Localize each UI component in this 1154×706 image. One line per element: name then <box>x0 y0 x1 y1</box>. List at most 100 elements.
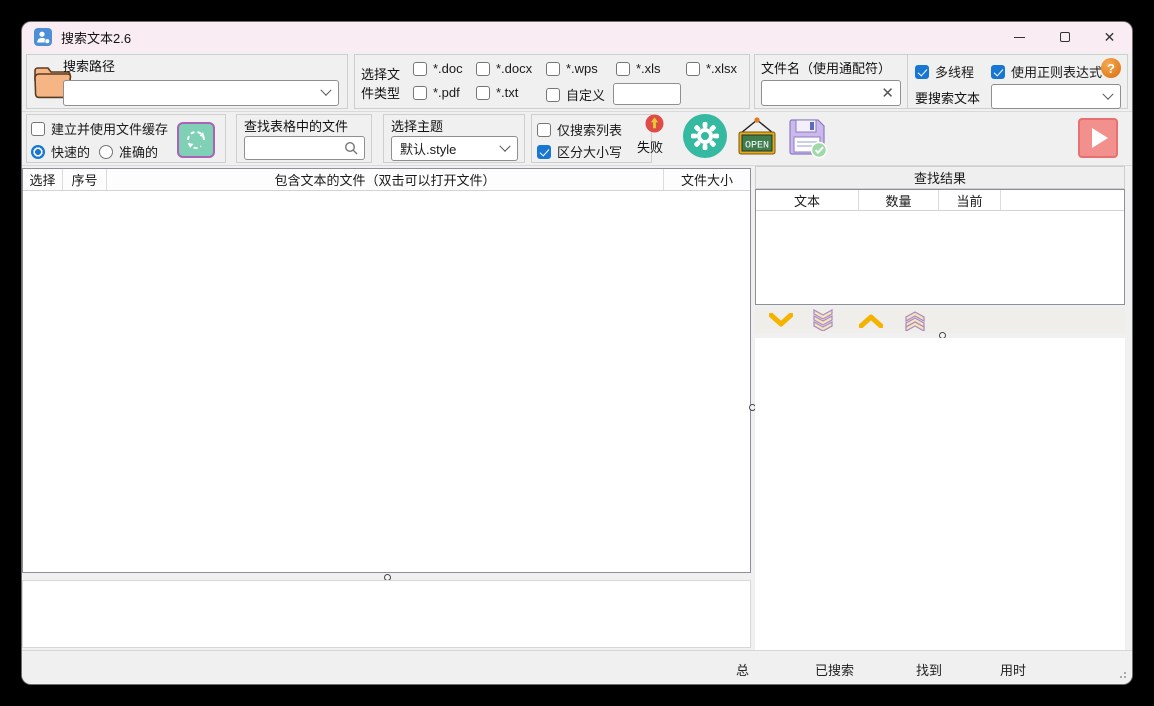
last-match-button[interactable] <box>805 309 841 331</box>
refresh-cache-button[interactable] <box>177 122 215 158</box>
close-icon: ✕ <box>1104 30 1116 44</box>
file-type-label-line2: 件类型 <box>361 83 400 102</box>
filetype-custom-checkbox[interactable]: 自定义 <box>546 85 605 104</box>
filetype-xls-checkbox[interactable]: *.xls <box>616 61 661 76</box>
chevron-down-icon <box>1102 88 1113 99</box>
failed-status-icon <box>645 114 664 133</box>
title-bar[interactable]: 搜索文本2.6 ✕ <box>22 22 1132 52</box>
start-search-button[interactable] <box>1078 118 1118 158</box>
first-match-button[interactable] <box>897 309 933 331</box>
gear-icon <box>690 121 720 151</box>
toolbar-row-1: 搜索路径 选择文 件类型 *.doc *.docx *.wps *.xls *.… <box>22 52 1132 112</box>
results-table-header: 文本 数量 当前 <box>756 190 1124 211</box>
find-in-table-label: 查找表格中的文件 <box>244 116 348 135</box>
refresh-icon <box>183 127 209 153</box>
search-path-combobox[interactable] <box>63 80 339 106</box>
close-button[interactable]: ✕ <box>1087 22 1132 52</box>
clear-icon[interactable]: ✕ <box>881 84 894 102</box>
custom-filetype-input[interactable] <box>613 83 681 105</box>
file-cache-checkbox[interactable]: 建立并使用文件缓存 <box>31 119 168 138</box>
fast-radio[interactable]: 快速的 <box>31 142 90 161</box>
open-file-button[interactable]: OPEN <box>734 116 780 158</box>
results-title: 查找结果 <box>755 166 1125 189</box>
previous-match-button[interactable] <box>853 309 889 331</box>
status-bar: 总 已搜索 找到 用时 <box>22 650 1132 684</box>
checkbox-icon <box>991 65 1005 79</box>
maximize-icon <box>1060 32 1070 42</box>
play-icon <box>1092 128 1108 148</box>
find-in-table-input[interactable] <box>244 136 365 160</box>
file-type-label-line1: 选择文 <box>361 64 400 83</box>
filename-input[interactable]: ✕ <box>761 80 901 106</box>
checkbox-icon <box>476 86 490 100</box>
list-only-checkbox[interactable]: 仅搜索列表 <box>537 120 622 139</box>
log-pane[interactable] <box>22 580 751 648</box>
triple-chevron-up-icon <box>903 309 927 331</box>
column-header-current[interactable]: 当前 <box>939 190 1001 210</box>
save-results-button[interactable] <box>783 115 831 159</box>
file-results-table[interactable]: 选择 序号 包含文本的文件（双击可以打开文件） 文件大小 <box>22 168 751 573</box>
cache-group: 建立并使用文件缓存 快速的 准确的 <box>26 114 226 163</box>
failed-status-label: 失败 <box>637 137 663 156</box>
column-header-index[interactable]: 序号 <box>63 169 107 190</box>
radio-icon <box>31 145 45 159</box>
chevron-down-icon <box>769 313 793 328</box>
filetype-txt-checkbox[interactable]: *.txt <box>476 85 518 100</box>
checkbox-icon <box>476 62 490 76</box>
next-match-button[interactable] <box>763 309 799 331</box>
results-table[interactable]: 文本 数量 当前 <box>755 189 1125 305</box>
main-area: 选择 序号 包含文本的文件（双击可以打开文件） 文件大小 查找结果 文本 数量 … <box>22 166 1132 650</box>
app-icon <box>34 28 52 46</box>
search-text-combobox[interactable] <box>991 84 1121 109</box>
filename-label: 文件名（使用通配符） <box>761 58 891 77</box>
filetype-xlsx-checkbox[interactable]: *.xlsx <box>686 61 737 76</box>
column-header-blank <box>1001 190 1124 210</box>
result-detail-pane[interactable] <box>755 338 1125 650</box>
theme-group: 选择主题 默认.style <box>383 114 525 163</box>
resize-grip[interactable] <box>1116 668 1126 678</box>
app-window: 搜索文本2.6 ✕ 搜索路径 选择文 件类型 *.doc *.docx *.wp… <box>22 22 1132 684</box>
accurate-radio[interactable]: 准确的 <box>99 142 158 161</box>
file-table-header: 选择 序号 包含文本的文件（双击可以打开文件） 文件大小 <box>23 169 750 191</box>
filetype-pdf-checkbox[interactable]: *.pdf <box>413 85 460 100</box>
toolbar-row-2: 建立并使用文件缓存 快速的 准确的 查找表格中的文 <box>22 112 1132 166</box>
column-header-file[interactable]: 包含文本的文件（双击可以打开文件） <box>107 169 664 190</box>
column-header-select[interactable]: 选择 <box>23 169 63 190</box>
search-icon <box>344 141 358 155</box>
filetype-docx-checkbox[interactable]: *.docx <box>476 61 532 76</box>
chevron-down-icon <box>499 140 510 151</box>
window-title: 搜索文本2.6 <box>61 28 131 47</box>
minimize-icon <box>1014 37 1025 38</box>
regex-checkbox[interactable]: 使用正则表达式 <box>991 62 1102 81</box>
minimize-button[interactable] <box>997 22 1042 52</box>
checkbox-icon <box>546 62 560 76</box>
multithread-checkbox[interactable]: 多线程 <box>915 62 974 81</box>
status-total-label: 总 <box>736 660 749 679</box>
column-header-size[interactable]: 文件大小 <box>664 169 750 190</box>
checkbox-icon <box>537 123 551 137</box>
open-sign-icon: OPEN <box>734 116 780 158</box>
theme-label: 选择主题 <box>391 116 443 135</box>
chevron-down-icon <box>320 85 331 96</box>
maximize-button[interactable] <box>1042 22 1087 52</box>
column-header-count[interactable]: 数量 <box>859 190 939 210</box>
result-navigation-bar <box>755 307 1125 333</box>
triple-chevron-down-icon <box>811 309 835 331</box>
radio-icon <box>99 145 113 159</box>
find-in-table-group: 查找表格中的文件 <box>236 114 372 163</box>
theme-combobox[interactable]: 默认.style <box>391 136 518 161</box>
column-header-text[interactable]: 文本 <box>756 190 859 210</box>
help-button[interactable]: ? <box>1101 58 1121 78</box>
file-table-body[interactable] <box>23 192 750 572</box>
checkbox-icon <box>413 62 427 76</box>
file-type-group: 选择文 件类型 *.doc *.docx *.wps *.xls *.xlsx … <box>354 54 750 109</box>
filetype-doc-checkbox[interactable]: *.doc <box>413 61 463 76</box>
results-panel: 查找结果 文本 数量 当前 <box>755 166 1125 650</box>
case-sensitive-checkbox[interactable]: 区分大小写 <box>537 142 622 161</box>
settings-button[interactable] <box>683 114 727 158</box>
svg-text:OPEN: OPEN <box>745 141 769 152</box>
desktop-stage: 搜索文本2.6 ✕ 搜索路径 选择文 件类型 *.doc *.docx *.wp… <box>0 0 1154 706</box>
filetype-wps-checkbox[interactable]: *.wps <box>546 61 598 76</box>
checkbox-icon <box>413 86 427 100</box>
question-icon: ? <box>1107 61 1115 76</box>
